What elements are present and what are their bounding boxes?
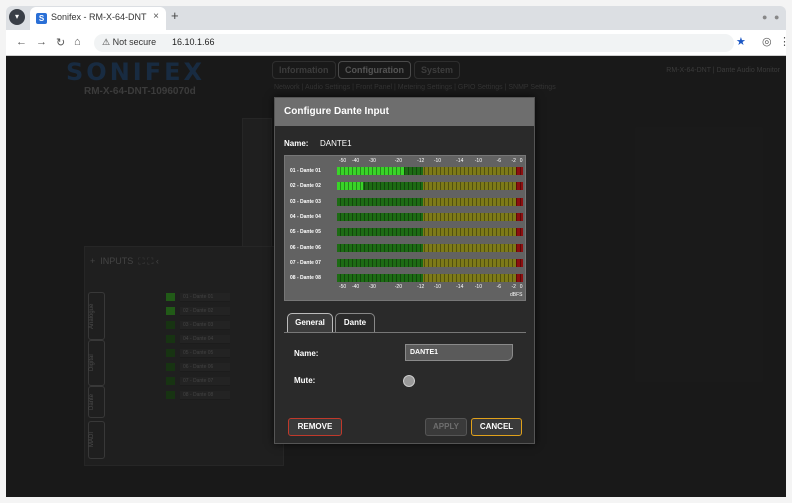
cancel-button[interactable]: CANCEL [471, 418, 522, 436]
meter-channel-label: 04 - Dante 04 [290, 213, 321, 220]
profile-icon[interactable]: ◎ [762, 35, 772, 48]
level-meter: -50 -40 -30 -20 -12 -10 -14 -10 -6 -2 0 -50 -40 -30-… [284, 155, 526, 301]
forward-icon[interactable]: → [36, 36, 47, 48]
meter-segment-ticks [337, 167, 523, 175]
meter-segment-ticks [337, 197, 523, 206]
minimize-icon[interactable]: ● [762, 12, 767, 22]
scale-top-tick-label: -10 [433, 158, 442, 164]
meter-channel-label: 02 - Dante 02 [290, 183, 321, 190]
mute-field-label: Mute: [294, 376, 316, 385]
scale-bottom-tick-label: -10 [474, 284, 482, 290]
scale-bottom-tick-label: -2 [511, 284, 516, 290]
tab-title: Sonifex - RM-X-64-DNT [51, 12, 147, 22]
apply-button[interactable]: APPLY [425, 418, 467, 436]
not-secure-badge[interactable]: ⚠ Not secure [102, 37, 156, 48]
scale-top-tick-label: -10 [474, 158, 482, 164]
scale-top-tick-label: -14 [456, 158, 464, 164]
scale-top-tick-label: -40 [351, 158, 360, 164]
scale-top-tick-label: 0 [519, 158, 523, 164]
back-icon[interactable]: ← [16, 36, 27, 48]
browser-tab[interactable]: S Sonifex - RM-X-64-DNT × [30, 7, 166, 30]
scale-top-tick-label: -6 [496, 158, 502, 164]
meter-channel-bar [337, 182, 523, 191]
browser-toolbar: ← → ↻ ⌂ ⚠ Not secure 16.10.1.66 ★ ◎ ⋮ [6, 30, 790, 56]
meter-scale-bottom: -50 -40 -30 -20 -12 -10 -14 -10 -6 -2 0 [285, 284, 525, 292]
meter-channel-bar [337, 197, 523, 206]
meter-segment-ticks [337, 212, 523, 221]
address-bar[interactable]: ⚠ Not secure 16.10.1.66 [94, 34, 734, 52]
tab-dante[interactable]: Dante [335, 313, 375, 333]
scale-top-tick-label: -20 [394, 158, 402, 164]
dialog-title: Configure Dante Input [275, 98, 534, 126]
tab-general[interactable]: General [287, 313, 333, 333]
tab-close-icon[interactable]: × [153, 11, 159, 22]
name-field-label: Name: [294, 349, 319, 358]
meter-segment-ticks [337, 243, 523, 252]
mute-toggle[interactable] [403, 375, 415, 387]
meter-channel-bar [337, 258, 523, 267]
dialog-name-label: Name: [284, 139, 309, 148]
meter-channel-label: 01 - Dante 01 [290, 168, 321, 174]
meter-channel-bar [337, 212, 523, 221]
meter-segment-ticks [337, 258, 523, 267]
meter-channel-label: 05 - Dante 05 [290, 229, 321, 236]
scale-bottom-tick-label: -50 [338, 284, 347, 290]
scale-top-tick-label: -50 [338, 158, 347, 164]
url-text[interactable]: 16.10.1.66 [172, 37, 215, 47]
scale-bottom-tick-label: -14 [456, 284, 464, 290]
meter-channel-label: 06 - Dante 06 [290, 244, 321, 251]
meter-scale-top: -50 -40 -30 -20 -12 -10 -14 -10 -6 -2 0 [285, 158, 525, 166]
name-input[interactable] [405, 344, 513, 361]
bookmark-star-icon[interactable]: ★ [736, 35, 746, 48]
home-icon[interactable]: ⌂ [74, 36, 81, 48]
sonifex-favicon-icon: S [36, 13, 47, 24]
remove-button[interactable]: REMOVE [288, 418, 342, 436]
scale-bottom-tick-label: -6 [496, 284, 502, 290]
meter-channel-label: 08 - Dante 08 [290, 275, 321, 282]
meter-channel-label: 07 - Dante 07 [290, 259, 321, 266]
browser-menu-icon[interactable]: ⋮ [779, 35, 790, 48]
scale-bottom-tick-label: -40 [351, 284, 360, 290]
dialog-name-value: DANTE1 [320, 139, 352, 148]
meter-unit: dBFS [510, 292, 523, 298]
meter-channel-bar [337, 243, 523, 252]
window-menu-icon[interactable]: ▾ [9, 9, 25, 25]
scale-bottom-tick-label: -12 [417, 284, 425, 290]
meter-segment-ticks [337, 274, 523, 283]
new-tab-icon[interactable]: + [171, 8, 179, 23]
scale-bottom-tick-label: -20 [394, 284, 402, 290]
close-window-icon[interactable]: ● [774, 12, 779, 22]
meter-channel-bar [337, 274, 523, 283]
scale-top-tick-label: -2 [511, 158, 516, 164]
scale-bottom-tick-label: -10 [433, 284, 442, 290]
reload-icon[interactable]: ↻ [56, 36, 65, 49]
meter-channel-bar [337, 228, 523, 237]
meter-channel-label: 03 - Dante 03 [290, 198, 321, 205]
meter-segment-ticks [337, 182, 523, 191]
scale-top-tick-label: -30 [368, 158, 376, 164]
meter-channel-bar [337, 167, 523, 175]
configure-dante-input-dialog: Configure Dante Input Name: DANTE1 -50 -4… [274, 97, 535, 444]
scale-bottom-tick-label: -30 [368, 284, 376, 290]
meter-segment-ticks [337, 228, 523, 237]
tab-divider [284, 332, 526, 333]
scale-bottom-tick-label: 0 [519, 284, 523, 290]
scale-top-tick-label: -12 [417, 158, 425, 164]
